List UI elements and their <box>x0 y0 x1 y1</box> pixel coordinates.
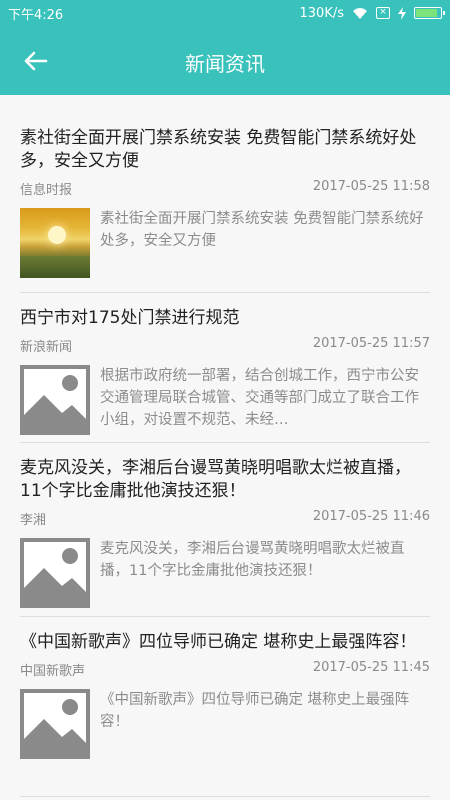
news-body: 素社街全面开展门禁系统安装 免费智能门禁系统好处多，安全又方便 <box>20 208 430 278</box>
network-speed: 130K/s <box>299 5 345 21</box>
news-meta: 李湘 2017-05-25 11:46 <box>20 509 430 528</box>
news-item[interactable]: 麦克风没关，李湘后台谩骂黄晓明唱歌太烂被直播，11个字比金庸批他演技还狠！ 李湘… <box>20 443 430 617</box>
news-summary: 麦克风没关，李湘后台谩骂黄晓明唱歌太烂被直播，11个字比金庸批他演技还狠！ <box>100 541 405 579</box>
news-list[interactable]: 素社街全面开展门禁系统安装 免费智能门禁系统好处多，安全又方便 信息时报 201… <box>0 95 450 800</box>
news-meta: 新浪新闻 2017-05-25 11:57 <box>20 336 430 355</box>
news-thumbnail <box>20 208 90 278</box>
news-title: 西宁市对175处门禁进行规范 <box>20 308 240 328</box>
news-time: 2017-05-25 11:45 <box>312 660 430 675</box>
news-summary: 《中国新歌声》四位导师已确定 堪称史上最强阵容！ <box>100 692 410 730</box>
news-meta: 信息时报 2017-05-25 11:58 <box>20 179 430 198</box>
news-source: 信息时报 <box>20 183 73 198</box>
wifi-icon <box>353 7 367 19</box>
news-time: 2017-05-25 11:58 <box>312 179 430 194</box>
news-body: 根据市政府统一部署，结合创城工作，西宁市公安交通管理局联合城管、交通等部门成立了… <box>20 365 430 435</box>
news-source: 李湘 <box>20 513 47 528</box>
page-title: 新闻资讯 <box>185 52 265 76</box>
news-time: 2017-05-25 11:46 <box>312 509 430 524</box>
news-title: 素社街全面开展门禁系统安装 免费智能门禁系统好处多，安全又方便 <box>20 128 417 171</box>
news-time: 2017-05-25 11:57 <box>312 336 430 351</box>
news-meta: 中国新歌声 2017-05-25 11:45 <box>20 660 430 679</box>
image-placeholder-icon <box>20 538 90 608</box>
status-time: 下午4:26 <box>8 7 64 23</box>
x-box-icon: × <box>376 7 390 19</box>
news-title: 《中国新歌声》四位导师已确定 堪称史上最强阵容！ <box>20 632 417 652</box>
status-bar: 下午4:26 130K/s × <box>0 0 450 26</box>
battery-level-fill <box>416 9 438 17</box>
news-body: 《中国新歌声》四位导师已确定 堪称史上最强阵容！ <box>20 689 430 759</box>
news-source: 新浪新闻 <box>20 340 73 355</box>
charging-icon <box>398 6 406 20</box>
status-indicators: 130K/s × <box>299 5 445 21</box>
news-body: 麦克风没关，李湘后台谩骂黄晓明唱歌太烂被直播，11个字比金庸批他演技还狠！ <box>20 538 430 608</box>
news-item[interactable]: 西宁市对175处门禁进行规范 新浪新闻 2017-05-25 11:57 根据市… <box>20 293 430 443</box>
news-title: 麦克风没关，李湘后台谩骂黄晓明唱歌太烂被直播，11个字比金庸批他演技还狠！ <box>20 458 411 501</box>
battery-icon <box>414 7 445 19</box>
image-placeholder-icon <box>20 365 90 435</box>
news-summary: 根据市政府统一部署，结合创城工作，西宁市公安交通管理局联合城管、交通等部门成立了… <box>100 368 419 428</box>
news-item[interactable]: 《中国新歌声》四位导师已确定 堪称史上最强阵容！ 中国新歌声 2017-05-2… <box>20 617 430 797</box>
news-summary: 素社街全面开展门禁系统安装 免费智能门禁系统好处多，安全又方便 <box>100 211 424 249</box>
app-header: 新闻资讯 <box>0 26 450 95</box>
image-placeholder-icon <box>20 689 90 759</box>
news-source: 中国新歌声 <box>20 664 86 679</box>
news-item[interactable]: 素社街全面开展门禁系统安装 免费智能门禁系统好处多，安全又方便 信息时报 201… <box>20 95 430 293</box>
